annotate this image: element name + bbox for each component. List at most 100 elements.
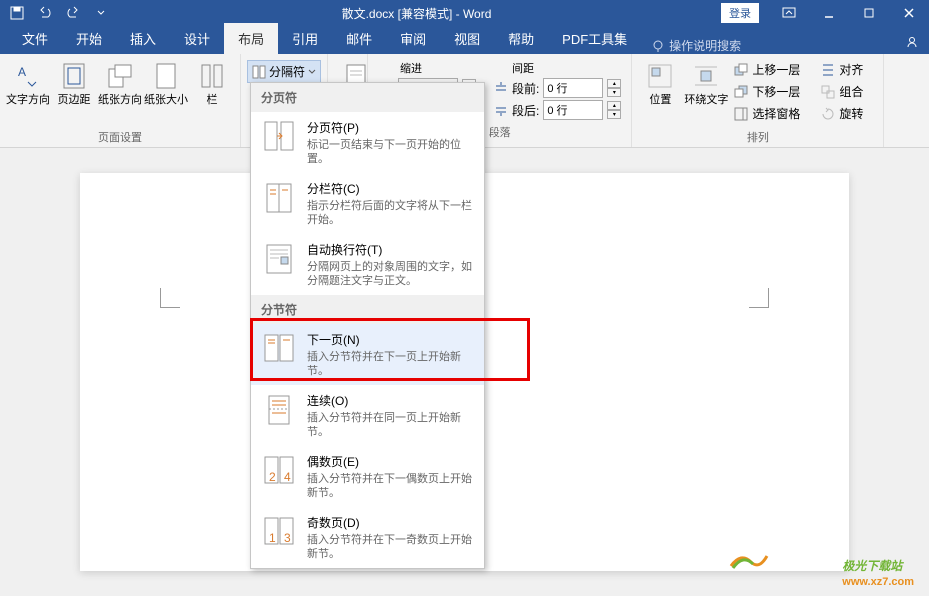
- item-title: 偶数页(E): [307, 453, 474, 470]
- svg-text:4: 4: [284, 470, 291, 484]
- align-button[interactable]: 对齐: [817, 60, 877, 79]
- margins-button[interactable]: 页边距: [52, 58, 96, 127]
- align-icon: [821, 63, 835, 77]
- selection-icon: [734, 107, 748, 121]
- dropdown-section-section-breaks: 分节符: [251, 295, 484, 324]
- item-title: 连续(O): [307, 392, 474, 409]
- group-arrange: 位置 环绕文字 上移一层 下移一层 选择窗格 对齐 组合 旋转 排列: [632, 54, 884, 147]
- watermark-swoosh-icon: [729, 548, 769, 568]
- rotate-icon: [821, 107, 835, 121]
- margin-mark-tr: [749, 288, 769, 308]
- redo-icon[interactable]: [62, 2, 84, 24]
- lightbulb-icon: [651, 39, 665, 53]
- send-backward-button[interactable]: 下移一层: [730, 82, 815, 101]
- group-label-arrange: 排列: [638, 127, 877, 145]
- save-icon[interactable]: [6, 2, 28, 24]
- item-desc: 插入分节符并在同一页上开始新节。: [307, 411, 474, 439]
- tab-insert[interactable]: 插入: [116, 23, 170, 54]
- minimize-icon[interactable]: [809, 0, 849, 26]
- close-icon[interactable]: [889, 0, 929, 26]
- svg-text:2: 2: [269, 470, 276, 484]
- dropdown-section-page-breaks: 分页符: [251, 83, 484, 112]
- item-desc: 分隔网页上的对象周围的文字，如分隔题注文字与正文。: [307, 260, 474, 288]
- position-icon: [644, 60, 676, 92]
- orientation-button[interactable]: 纸张方向: [98, 58, 142, 127]
- spacing-header: 间距: [494, 60, 621, 76]
- forward-icon: [734, 63, 748, 77]
- break-page-break[interactable]: 分页符(P) 标记一页结束与下一页开始的位置。: [251, 112, 484, 173]
- margins-icon: [58, 60, 90, 92]
- group-icon: [821, 85, 835, 99]
- spacing-before-spinner[interactable]: ▴▾: [607, 79, 621, 97]
- breaks-dropdown-button[interactable]: 分隔符: [247, 60, 321, 83]
- item-title: 分页符(P): [307, 119, 474, 136]
- bring-forward-button[interactable]: 上移一层: [730, 60, 815, 79]
- tell-me-search[interactable]: 操作说明搜索: [651, 37, 741, 54]
- svg-text:3: 3: [284, 531, 291, 545]
- chevron-down-icon: [308, 68, 316, 76]
- columns-icon: [196, 60, 228, 92]
- tab-home[interactable]: 开始: [62, 23, 116, 54]
- spacing-after-spinner[interactable]: ▴▾: [607, 101, 621, 119]
- indent-header: 缩进: [378, 60, 476, 76]
- break-column-break[interactable]: 分栏符(C)指示分栏符后面的文字将从下一栏开始。: [251, 173, 484, 234]
- section-break-continuous[interactable]: 连续(O) 插入分节符并在同一页上开始新节。: [251, 385, 484, 446]
- maximize-icon[interactable]: [849, 0, 889, 26]
- item-title: 自动换行符(T): [307, 241, 474, 258]
- position-button[interactable]: 位置: [638, 58, 682, 127]
- spacing-before-icon: [494, 81, 508, 95]
- columns-button[interactable]: 栏: [190, 58, 234, 127]
- section-break-odd-page[interactable]: 13 奇数页(D) 插入分节符并在下一奇数页上开始新节。: [251, 507, 484, 568]
- item-desc: 插入分节符并在下一偶数页上开始新节。: [307, 472, 474, 500]
- tab-review[interactable]: 审阅: [386, 23, 440, 54]
- margin-mark-tl: [160, 288, 180, 308]
- tab-help[interactable]: 帮助: [494, 23, 548, 54]
- selection-pane-button[interactable]: 选择窗格: [730, 104, 815, 123]
- break-text-wrapping-break[interactable]: 自动换行符(T) 分隔网页上的对象周围的文字，如分隔题注文字与正文。: [251, 234, 484, 295]
- odd-page-icon: 13: [261, 514, 297, 550]
- spacing-before-input[interactable]: [543, 78, 603, 98]
- share-icon: [905, 35, 919, 49]
- text-direction-button[interactable]: A文字方向: [6, 58, 50, 127]
- breaks-icon: [252, 65, 266, 79]
- undo-icon[interactable]: [34, 2, 56, 24]
- ribbon-tabs: 文件 开始 插入 设计 布局 引用 邮件 审阅 视图 帮助 PDF工具集 操作说…: [0, 26, 929, 54]
- next-page-icon: [261, 331, 297, 367]
- item-title: 奇数页(D): [307, 514, 474, 531]
- size-icon: [150, 60, 182, 92]
- group-page-setup: A文字方向 页边距 纸张方向 纸张大小 栏 页面设置: [0, 54, 241, 147]
- spacing-after-icon: [494, 103, 508, 117]
- breaks-dropdown-menu: 分页符 分页符(P) 标记一页结束与下一页开始的位置。分栏符(C)指示分栏符后面的…: [250, 82, 485, 569]
- tab-layout[interactable]: 布局: [224, 23, 278, 54]
- svg-text:A: A: [18, 65, 26, 79]
- spacing-after-input[interactable]: [543, 100, 603, 120]
- column-break-icon: [261, 180, 297, 216]
- svg-text:1: 1: [269, 531, 276, 545]
- item-desc: 标记一页结束与下一页开始的位置。: [307, 138, 474, 166]
- item-desc: 插入分节符并在下一奇数页上开始新节。: [307, 533, 474, 561]
- login-button[interactable]: 登录: [721, 3, 759, 23]
- text-direction-icon: A: [12, 60, 44, 92]
- size-button[interactable]: 纸张大小: [144, 58, 188, 127]
- wrap-text-button[interactable]: 环绕文字: [684, 58, 728, 127]
- tab-pdf[interactable]: PDF工具集: [548, 23, 641, 54]
- text-wrapping-break-icon: [261, 241, 297, 277]
- tab-references[interactable]: 引用: [278, 23, 332, 54]
- ribbon-options-icon[interactable]: [769, 0, 809, 26]
- tab-design[interactable]: 设计: [170, 23, 224, 54]
- continuous-icon: [261, 392, 297, 428]
- tab-mailings[interactable]: 邮件: [332, 23, 386, 54]
- section-break-even-page[interactable]: 24 偶数页(E) 插入分节符并在下一偶数页上开始新节。: [251, 446, 484, 507]
- tab-view[interactable]: 视图: [440, 23, 494, 54]
- share-button[interactable]: [895, 30, 929, 54]
- qat-dropdown-icon[interactable]: [90, 2, 112, 24]
- page-break-icon: [261, 119, 297, 155]
- group-button[interactable]: 组合: [817, 82, 877, 101]
- section-break-next-page[interactable]: 下一页(N)插入分节符并在下一页上开始新节。: [251, 324, 484, 385]
- rotate-button[interactable]: 旋转: [817, 104, 877, 123]
- wrap-icon: [690, 60, 722, 92]
- backward-icon: [734, 85, 748, 99]
- tab-file[interactable]: 文件: [8, 23, 62, 54]
- group-label-page-setup: 页面设置: [6, 127, 234, 145]
- orientation-icon: [104, 60, 136, 92]
